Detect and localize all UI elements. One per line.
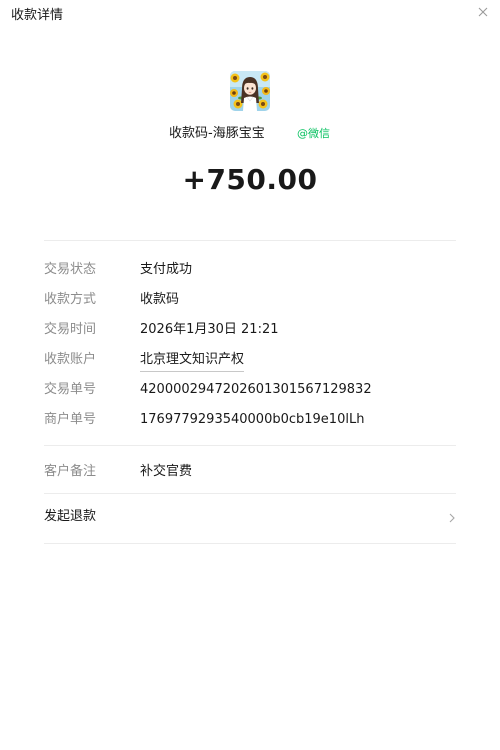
detail-label: 交易时间	[44, 322, 97, 337]
detail-row-method: 收款方式 收款码	[44, 290, 456, 310]
detail-label: 收款方式	[44, 292, 97, 307]
detail-row-account: 收款账户 北京理文知识产权	[44, 350, 456, 372]
detail-value: 支付成功	[140, 262, 193, 277]
refund-label: 发起退款	[44, 509, 97, 524]
detail-row-remark: 客户备注 补交官费	[44, 462, 456, 482]
avatar	[230, 71, 270, 111]
detail-value: 2026年1月30日 21:21	[140, 322, 279, 337]
divider	[44, 543, 456, 544]
remark-label: 客户备注	[44, 464, 97, 479]
divider	[44, 445, 456, 446]
close-icon[interactable]	[475, 4, 491, 20]
detail-row-merchant-order-id: 商户单号 1769779293540000b0cb19e10lLh	[44, 410, 456, 430]
payment-detail-window: 收款详情 收款码-海豚宝宝 @微信 +750.00 交易状态 支付成功 收款方式…	[0, 0, 500, 750]
receiving-account-link[interactable]: 北京理文知识产权	[140, 350, 245, 372]
chevron-right-icon	[446, 510, 458, 524]
detail-label: 商户单号	[44, 412, 97, 427]
detail-label: 交易单号	[44, 382, 97, 397]
divider	[44, 493, 456, 494]
refund-button[interactable]: 发起退款	[44, 507, 456, 527]
detail-value: 4200002947202601301567129832	[140, 382, 372, 397]
detail-row-status: 交易状态 支付成功	[44, 260, 456, 280]
detail-row-transaction-id: 交易单号 4200002947202601301567129832	[44, 380, 456, 400]
remark-value: 补交官费	[140, 464, 193, 479]
detail-label: 收款账户	[44, 352, 97, 367]
payee-name: 收款码-海豚宝宝	[169, 126, 265, 141]
payment-amount: +750.00	[182, 163, 318, 196]
detail-value: 收款码	[140, 292, 180, 307]
detail-row-time: 交易时间 2026年1月30日 21:21	[44, 320, 456, 340]
detail-value: 1769779293540000b0cb19e10lLh	[140, 412, 365, 427]
window-title: 收款详情	[11, 8, 64, 23]
title-bar: 收款详情	[0, 0, 500, 32]
platform-tag: @微信	[297, 127, 330, 140]
detail-label: 交易状态	[44, 262, 97, 277]
divider	[44, 240, 456, 241]
